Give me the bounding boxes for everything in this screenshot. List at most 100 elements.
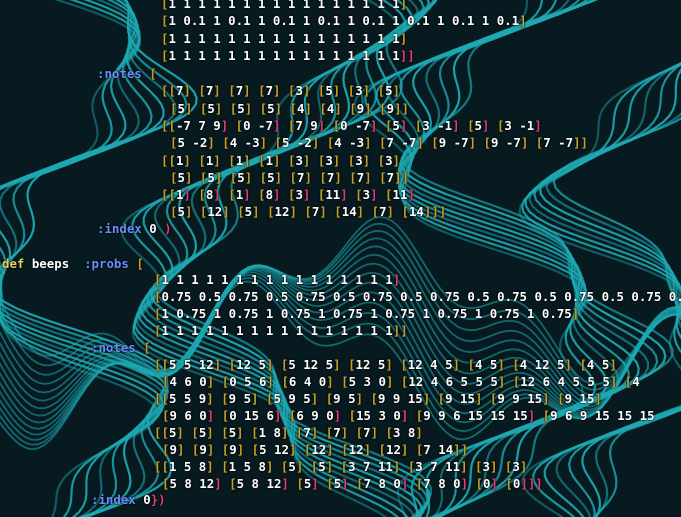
code-line[interactable]: :index 0 ) xyxy=(97,220,172,237)
code-line[interactable]: [4 6 0] [0 5 6] [6 4 0] [5 3 0] [12 4 6 … xyxy=(162,373,640,390)
code-token: 3 -1 xyxy=(504,118,535,133)
code-token: 1 8 xyxy=(258,425,281,440)
code-token: ] xyxy=(213,153,221,168)
code-line[interactable]: [[5] [5] [5] [1 8] [7] [7] [7] [3 8] xyxy=(154,424,423,441)
code-token: ] xyxy=(266,374,274,389)
code-line[interactable]: [1 1 1 1 1 1 1 1 1 1 1 1 1 1 1 1] xyxy=(154,271,400,288)
code-token: [ xyxy=(475,476,483,491)
code-line[interactable]: [1 1 1 1 1 1 1 1 1 1 1 1 1 1 1 1]] xyxy=(161,47,415,64)
code-token: [ xyxy=(251,425,259,440)
code-line[interactable]: [5] [5] [5] [5] [7] [7] [7] [7]] xyxy=(170,169,409,186)
code-token: [ xyxy=(379,101,387,116)
code-line[interactable]: [1 1 1 1 1 1 1 1 1 1 1 1 1 1 1 1] xyxy=(161,30,407,47)
code-line[interactable]: [1 1 1 1 1 1 1 1 1 1 1 1 1 1 1 1]] xyxy=(154,322,408,339)
code-token: 3 xyxy=(512,459,520,474)
code-line[interactable]: [[-7 7 9] [0 -7] [7 9] [0 -7] [5] [3 -1]… xyxy=(161,117,542,134)
code-token: 9 5 xyxy=(333,391,356,406)
code-token: ] xyxy=(399,0,408,11)
code-token: 7 8 0 xyxy=(363,476,401,491)
code-line[interactable]: [1 0.1 1 0.1 1 0.1 1 0.1 1 0.1 1 0.1 1 0… xyxy=(161,12,527,29)
code-token: ] xyxy=(452,118,460,133)
code-line[interactable]: [9 6 0] [0 15 6] [6 9 0] [15 3 0] [9 9 6… xyxy=(162,407,655,424)
code-token: [ xyxy=(289,170,297,185)
code-token: 14 xyxy=(341,204,357,219)
code-token: ] xyxy=(311,476,319,491)
code-token: ] xyxy=(334,170,342,185)
code-token: 5 xyxy=(318,459,326,474)
code-token: ] xyxy=(259,135,268,150)
code-token: ] xyxy=(594,391,602,406)
code-token: :index xyxy=(97,221,142,236)
code-line[interactable]: [[1] [1] [1] [1] [3] [3] [3] [3] xyxy=(161,152,400,169)
code-token: ] xyxy=(304,101,312,116)
code-line[interactable]: [[1] [8] [1] [8] [3] [11] [3] [11] xyxy=(161,186,415,203)
code-token: 5 xyxy=(207,170,215,185)
code-token: ] xyxy=(206,459,214,474)
code-line[interactable]: [1 1 1 1 1 1 1 1 1 1 1 1 1 1 1 1] xyxy=(161,0,407,12)
code-line[interactable]: [1 0.75 1 0.75 1 0.75 1 0.75 1 0.75 1 0.… xyxy=(154,305,579,322)
code-token: 3 xyxy=(385,153,393,168)
code-line[interactable]: [5] [12] [5] [12] [7] [14] [7] [14]]] xyxy=(170,203,446,220)
code-line[interactable]: [[5 5 9] [9 5] [5 9 5] [9 5] [9 9 15] [9… xyxy=(154,390,602,407)
code-token: ] xyxy=(251,391,259,406)
code-line[interactable]: [9] [9] [9] [5 12] [12] [12] [12] [7 14]… xyxy=(162,441,468,458)
code-line[interactable]: [5 -2] [4 -3] [5 -2] [4 -3] [7 -7] [9 -7… xyxy=(170,134,588,151)
code-token: ] xyxy=(176,425,184,440)
code-token: [ xyxy=(143,340,151,355)
code-token: ] xyxy=(392,153,400,168)
code-token: [ xyxy=(149,66,157,81)
code-token: [ xyxy=(258,187,266,202)
code-token: ] xyxy=(386,204,395,219)
code-token: ] xyxy=(206,391,214,406)
code-token: [ xyxy=(259,170,268,185)
code-token: ] xyxy=(385,357,393,372)
code-token: 11 xyxy=(325,187,341,202)
code-token: ] xyxy=(407,187,415,202)
code-token: ] xyxy=(609,357,617,372)
code-token: [ xyxy=(191,425,199,440)
code-line[interactable]: [5] [5] [5] [5] [4] [4] [9] [9]] xyxy=(170,100,409,117)
code-token: ] xyxy=(243,153,251,168)
code-line[interactable]: [[5 5 12] [12 5] [5 12 5] [12 5] [12 4 5… xyxy=(154,356,617,373)
code-line[interactable]: [[1 5 8] [1 5 8] [5] [5] [3 7 11] [3 7 1… xyxy=(154,458,527,475)
code-token: ] xyxy=(370,425,379,440)
code-token: 3 xyxy=(355,83,363,98)
code-token: [ xyxy=(198,187,206,202)
code-token: 7 14 xyxy=(423,442,454,457)
code-token: 1 5 8 xyxy=(228,459,266,474)
code-editor[interactable]: [1 1 1 1 1 1 1 1 1 1 1 1 1 1 1 1] [1 0.1 … xyxy=(0,0,681,517)
code-line[interactable]: [5 8 12] [5 8 12] [5] [5] [7 8 0] [7 8 0… xyxy=(162,475,543,492)
code-line[interactable]: def beeps :probs [ xyxy=(2,255,144,272)
code-token: 5 xyxy=(237,101,245,116)
code-line[interactable]: [[7] [7] [7] [7] [3] [5] [3] [5] xyxy=(161,82,400,99)
code-token: ] xyxy=(363,442,372,457)
code-line[interactable]: :notes [ xyxy=(91,339,151,356)
code-token: [ xyxy=(235,118,244,133)
code-line[interactable]: [0.75 0.5 0.75 0.5 0.75 0.5 0.75 0.5 0.7… xyxy=(154,288,681,305)
code-token: ] xyxy=(401,170,409,185)
code-token: [ xyxy=(258,83,266,98)
code-token: 5 xyxy=(267,170,275,185)
code-line[interactable]: :notes [ xyxy=(97,65,157,82)
code-token: ] xyxy=(394,170,402,185)
code-token: ] xyxy=(392,272,401,287)
code-token: 9 xyxy=(199,442,207,457)
code-line[interactable]: :index 0}) xyxy=(91,491,166,508)
code-token: [ xyxy=(228,83,236,98)
